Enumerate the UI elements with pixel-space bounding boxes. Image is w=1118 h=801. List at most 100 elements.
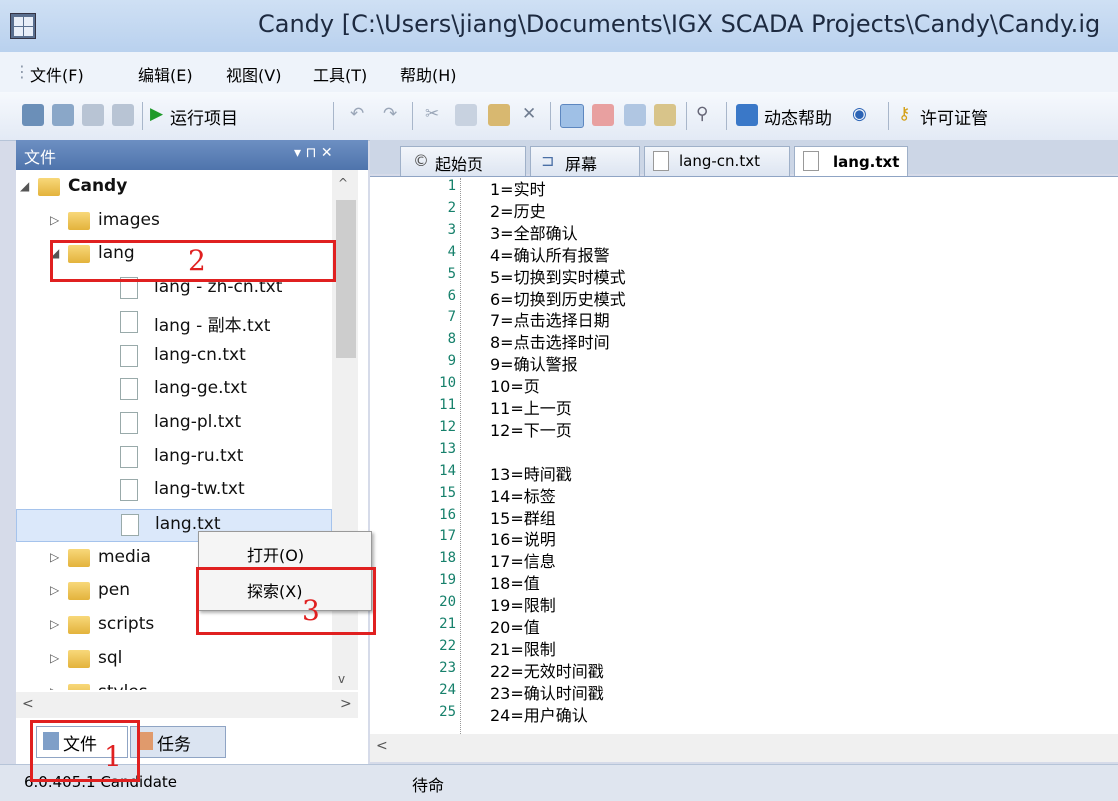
- properties-icon[interactable]: [560, 104, 584, 128]
- code-line: 1=实时: [490, 180, 546, 199]
- annotation-box-3: [196, 567, 376, 635]
- menu-help[interactable]: 帮助(H): [400, 62, 457, 86]
- line-number: 19: [439, 572, 456, 589]
- code-line: 5=切换到实时模式: [490, 267, 626, 287]
- editor-horizontal-scrollbar[interactable]: <: [370, 734, 1118, 762]
- tree-item-label: scripts: [98, 614, 155, 635]
- text-editor[interactable]: [370, 176, 1118, 735]
- collapsed-arrow-icon[interactable]: ▷: [50, 651, 59, 665]
- dynamic-help-button[interactable]: 动态帮助: [764, 104, 832, 129]
- tree-folder-row[interactable]: ▷ styles: [16, 678, 332, 691]
- delete-icon[interactable]: ✕: [522, 104, 536, 124]
- tree-file-row[interactable]: lang-ge.txt: [16, 374, 332, 407]
- tab-tasks[interactable]: 任务: [130, 726, 226, 758]
- scroll-left-icon[interactable]: <: [22, 696, 34, 712]
- tree-folder-row[interactable]: ◢ Candy: [16, 172, 332, 205]
- line-number: 11: [439, 397, 456, 413]
- undo-icon[interactable]: ↶: [350, 104, 364, 124]
- document-icon[interactable]: [654, 104, 676, 126]
- tab-lang-cn[interactable]: lang-cn.txt: [644, 146, 790, 176]
- scroll-right-icon[interactable]: >: [340, 696, 352, 712]
- key-icon: ⚷: [898, 104, 911, 124]
- code-line: 12=下一页: [490, 420, 572, 440]
- license-button[interactable]: 许可证管: [920, 104, 988, 129]
- tab-lang-active[interactable]: lang.txt: [794, 146, 908, 178]
- tree-item-label: lang-tw.txt: [154, 479, 245, 500]
- folder-icon: [68, 683, 90, 690]
- annotation-number-2: 2: [188, 244, 206, 277]
- collapsed-arrow-icon[interactable]: ▷: [50, 583, 59, 597]
- tree-horizontal-scrollbar[interactable]: < >: [16, 692, 358, 718]
- tree-folder-row[interactable]: ▷ images: [16, 206, 332, 239]
- tree-scroll-thumb[interactable]: [336, 200, 356, 358]
- list-icon[interactable]: [624, 104, 646, 126]
- tree-item-label: Candy: [68, 176, 128, 196]
- tree-item-label: styles: [98, 682, 148, 691]
- paste-icon[interactable]: [488, 104, 510, 126]
- collapsed-arrow-icon[interactable]: ▷: [50, 617, 59, 631]
- redo-icon[interactable]: ↷: [383, 104, 397, 124]
- code-line: 3=全部确认: [490, 223, 578, 243]
- code-line: 21=限制: [490, 639, 556, 659]
- screen-icon: ⊐: [541, 151, 555, 170]
- context-open-item[interactable]: 打开(O): [199, 536, 371, 570]
- line-number: 12: [439, 418, 456, 435]
- context-open-label: 打开(O): [247, 546, 305, 565]
- collapsed-arrow-icon[interactable]: ▷: [50, 550, 59, 564]
- annotation-number-3: 3: [302, 594, 320, 627]
- toolbar-separator: [888, 102, 889, 130]
- ready-status: 待命: [412, 776, 445, 795]
- copy-icon[interactable]: [455, 104, 477, 126]
- tab-screen-label: 屏幕: [565, 155, 598, 174]
- tree-folder-row[interactable]: ▷ sql: [16, 644, 332, 677]
- gutter-divider: [460, 178, 461, 734]
- tab-screen[interactable]: ⊐ 屏幕: [530, 146, 640, 176]
- editor-scroll-left-icon[interactable]: <: [376, 738, 388, 754]
- code-line: 11=上一页: [490, 399, 572, 418]
- text-file-icon: [120, 344, 138, 367]
- file-icon: [653, 151, 669, 171]
- toolbar-separator: [686, 102, 687, 130]
- annotation-box-1: [30, 720, 140, 782]
- tree-file-row[interactable]: lang-cn.txt: [16, 341, 332, 374]
- scroll-up-icon[interactable]: ^: [338, 176, 348, 190]
- tab-start-page-label: 起始页: [435, 155, 484, 174]
- cut-icon[interactable]: ✂: [425, 104, 439, 124]
- wrench-icon[interactable]: ⚲: [696, 104, 708, 124]
- tree-file-row[interactable]: lang - 副本.txt: [16, 307, 332, 340]
- code-line: 16=说明: [490, 530, 556, 550]
- window-title: Candy [C:\Users\jiang\Documents\IGX SCAD…: [258, 10, 1101, 38]
- folder-icon: [68, 548, 90, 567]
- code-line: 6=切换到历史模式: [490, 289, 626, 309]
- help-icon[interactable]: ◉: [852, 104, 867, 124]
- line-number: 15: [439, 484, 456, 501]
- line-number: 2: [447, 199, 456, 216]
- dynamic-help-icon[interactable]: [736, 104, 758, 126]
- folder-icon: [68, 616, 90, 635]
- line-number: 18: [439, 550, 456, 567]
- code-line: 20=值: [490, 618, 540, 637]
- annotation-number-1: 1: [104, 740, 122, 773]
- code-line: 7=点击选择日期: [490, 311, 610, 331]
- toolbar-separator: [726, 102, 727, 130]
- code-line: 2=历史: [490, 201, 546, 221]
- tree-file-row[interactable]: lang-pl.txt: [16, 408, 332, 441]
- line-number: 9: [447, 353, 456, 370]
- tab-start-page[interactable]: © 起始页: [400, 146, 526, 176]
- start-page-icon: ©: [413, 151, 429, 170]
- checklist-icon[interactable]: [592, 104, 614, 126]
- line-number: 7: [447, 309, 456, 326]
- code-line: 15=群组: [490, 508, 556, 528]
- toolbar-separator: [550, 102, 551, 130]
- tree-file-row[interactable]: lang-ru.txt: [16, 442, 332, 475]
- line-number: 6: [447, 287, 456, 304]
- collapsed-arrow-icon[interactable]: ▷: [50, 213, 59, 227]
- expanded-arrow-icon[interactable]: ◢: [20, 179, 29, 193]
- collapsed-arrow-icon[interactable]: ▷: [50, 685, 59, 691]
- scroll-down-icon[interactable]: v: [338, 672, 345, 686]
- code-line: 14=标签: [490, 486, 556, 506]
- line-number: 21: [439, 616, 456, 632]
- tree-file-row[interactable]: lang-tw.txt: [16, 475, 332, 508]
- text-file-icon: [120, 411, 138, 434]
- line-number: 10: [439, 375, 456, 392]
